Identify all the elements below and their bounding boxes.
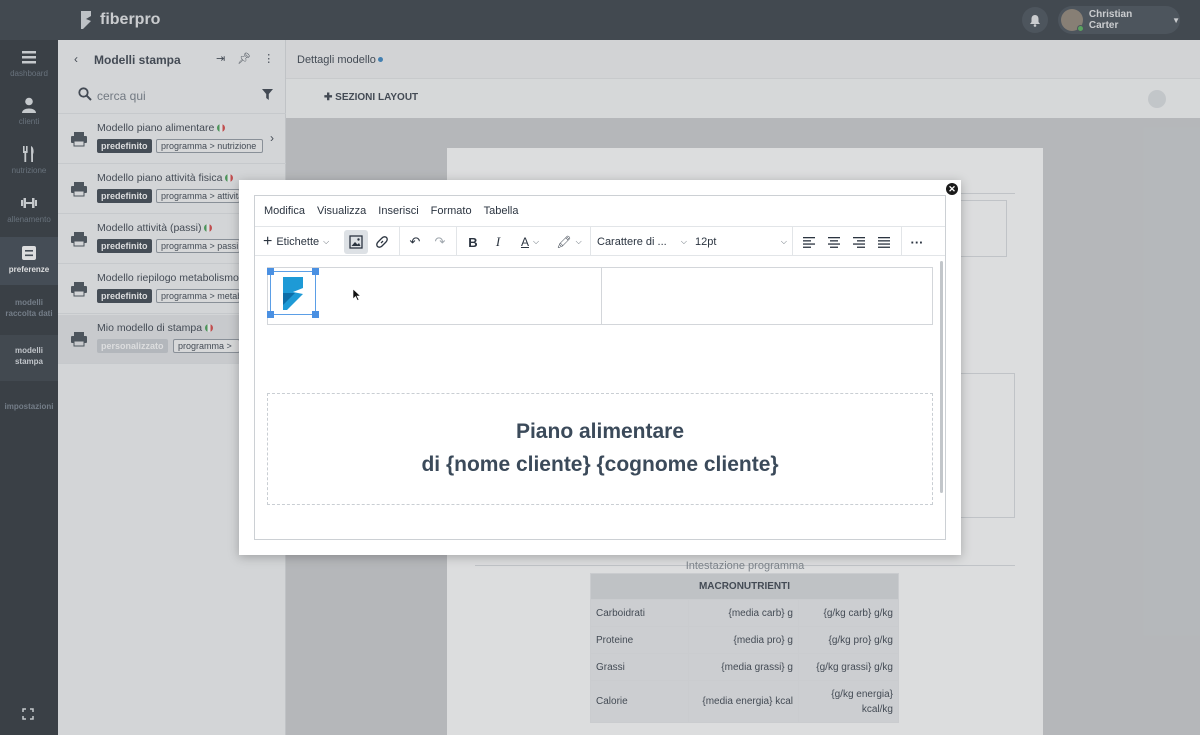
chevron-down-icon: ⌵ [680, 237, 687, 246]
align-center-icon [828, 236, 840, 248]
more-options-button[interactable]: ··· [905, 230, 929, 254]
chevron-down-icon: ⌵ [323, 237, 330, 246]
fiberpro-logo-icon [283, 277, 303, 310]
editor-content[interactable]: Piano alimentare di {nome cliente} {cogn… [255, 257, 945, 540]
header-table[interactable] [267, 267, 933, 325]
editor-modal: ✕ Modifica Visualizza Inserisci Formato … [239, 180, 961, 555]
chevron-down-icon: ⌵ [532, 237, 540, 246]
align-right-icon [853, 236, 865, 248]
close-icon[interactable]: ✕ [946, 183, 958, 195]
undo-icon: ↶ [409, 234, 421, 249]
toolbar-separator [399, 227, 400, 256]
align-center-button[interactable] [822, 230, 846, 254]
bold-icon: B [468, 234, 478, 250]
more-horizontal-icon: ··· [910, 234, 924, 250]
insert-link-button[interactable] [370, 230, 394, 254]
document-title-line-2: di {nome cliente} {cognome cliente} [421, 453, 779, 476]
align-left-button[interactable] [797, 230, 821, 254]
resize-handle[interactable] [267, 268, 274, 275]
bold-button[interactable]: B [461, 230, 485, 254]
text-color-icon: A [520, 235, 529, 249]
tags-label: Etichette [276, 236, 320, 248]
toolbar-separator [590, 227, 591, 256]
font-family-select[interactable]: Carattere di ... ⌵ [597, 230, 687, 254]
rich-text-editor: Modifica Visualizza Inserisci Formato Ta… [254, 195, 946, 540]
menu-tabella[interactable]: Tabella [484, 205, 519, 217]
tags-dropdown[interactable]: + Etichette ⌵ [263, 230, 341, 254]
chevron-down-icon: ⌵ [575, 237, 582, 246]
mouse-cursor-icon [353, 289, 361, 301]
menu-modifica[interactable]: Modifica [264, 205, 305, 217]
undo-button[interactable]: ↶ [403, 230, 427, 254]
font-size-select[interactable]: 12pt ⌵ [695, 230, 787, 254]
link-icon [376, 236, 388, 248]
resize-handle[interactable] [267, 311, 274, 318]
menu-formato[interactable]: Formato [431, 205, 472, 217]
font-size-value: 12pt [695, 236, 717, 248]
editor-menubar: Modifica Visualizza Inserisci Formato Ta… [255, 196, 945, 226]
align-right-button[interactable] [847, 230, 871, 254]
highlight-color-button[interactable]: 🖍︎ ⌵ [551, 230, 587, 254]
resize-handle[interactable] [312, 311, 319, 318]
chevron-down-icon: ⌵ [780, 237, 787, 246]
redo-button[interactable]: ↷ [428, 230, 452, 254]
menu-visualizza[interactable]: Visualizza [317, 205, 366, 217]
italic-icon: I [495, 234, 501, 249]
align-justify-icon [878, 236, 890, 248]
align-justify-button[interactable] [872, 230, 896, 254]
document-title-line-1: Piano alimentare [515, 420, 685, 443]
resize-handle[interactable] [312, 268, 319, 275]
editor-toolbar: + Etichette ⌵ ↶ ↷ B I A ⌵ 🖍︎ ⌵ Carattere… [255, 226, 945, 256]
table-column-divider [601, 268, 602, 324]
menu-inserisci[interactable]: Inserisci [378, 205, 418, 217]
editor-scrollbar[interactable] [940, 261, 943, 493]
toolbar-separator [901, 227, 902, 256]
font-family-value: Carattere di ... [597, 236, 667, 248]
plus-icon: + [263, 233, 273, 250]
toolbar-separator [456, 227, 457, 256]
selected-logo-image[interactable] [267, 268, 319, 318]
image-icon [349, 235, 363, 249]
align-left-icon [803, 236, 815, 248]
italic-button[interactable]: I [486, 230, 510, 254]
highlighter-icon: 🖍︎ [556, 235, 572, 249]
insert-image-button[interactable] [344, 230, 368, 254]
toolbar-separator [792, 227, 793, 256]
redo-icon: ↷ [434, 234, 446, 249]
title-block[interactable]: Piano alimentare di {nome cliente} {cogn… [267, 393, 933, 505]
text-color-button[interactable]: A ⌵ [512, 230, 548, 254]
